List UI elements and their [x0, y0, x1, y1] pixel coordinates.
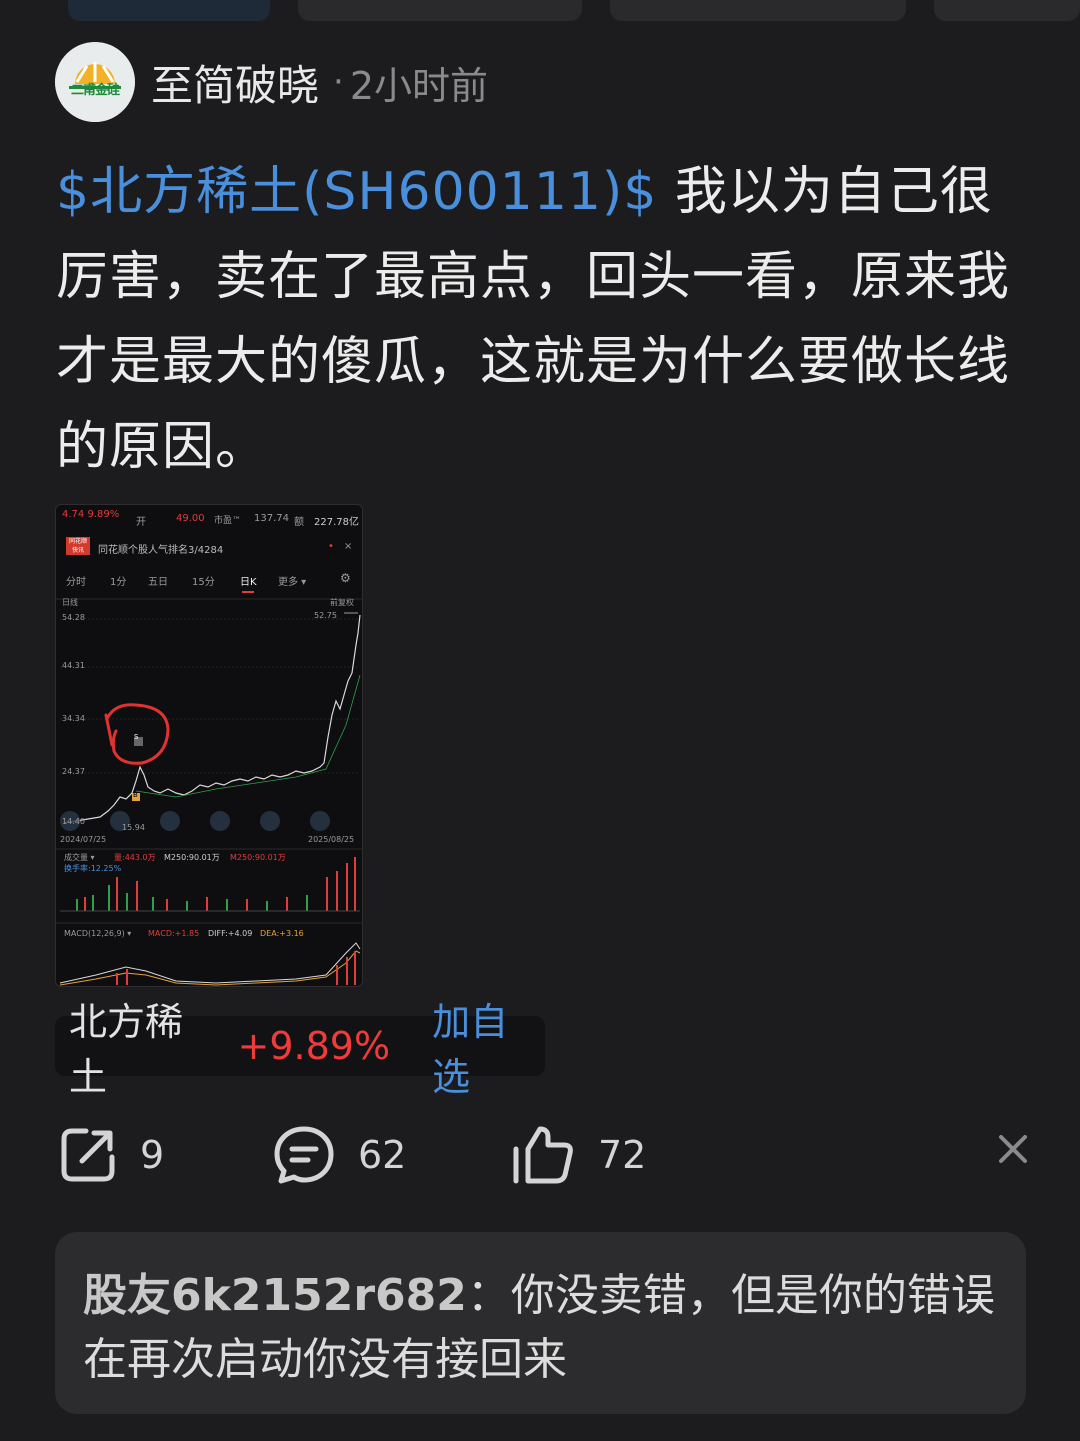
amount-value: 227.78亿: [314, 517, 359, 528]
adjust-label[interactable]: 前复权: [330, 597, 354, 608]
tab-5day[interactable]: 五日: [148, 573, 168, 588]
pe-value: 137.74: [254, 513, 289, 524]
post-header: 二甫金硅 至简破晓 · 2小时前: [55, 42, 488, 122]
date-end: 2025/08/25: [308, 835, 355, 844]
volume-value: 量:443.0万: [114, 853, 156, 862]
action-bar: 9 62 72: [0, 1120, 1080, 1190]
sell-marker: S: [134, 733, 139, 741]
thumbs-up-icon: [513, 1126, 573, 1184]
y-tick: 44.31: [62, 661, 85, 670]
tab-more[interactable]: 更多 ▾: [278, 573, 306, 588]
top-tab[interactable]: [610, 0, 906, 21]
stock-change: +9.89%: [237, 1024, 391, 1068]
low-label: 15.94: [122, 823, 145, 832]
top-tab-bar: [0, 0, 1080, 22]
banner-dot-icon: •: [328, 541, 334, 552]
author-name[interactable]: 至简破晓: [151, 52, 319, 113]
m250-a: M250:90.01万: [164, 853, 220, 862]
banner-close-icon[interactable]: ×: [344, 541, 352, 552]
tab-daily[interactable]: 日K: [240, 573, 257, 588]
share-icon: [61, 1128, 115, 1182]
stock-name[interactable]: 北方稀土: [69, 991, 220, 1101]
m250-b: M250:90.01万: [230, 853, 286, 862]
separator: ·: [333, 62, 344, 102]
turnover: 换手率:12.25%: [64, 864, 122, 873]
chart-period-label: 日线: [62, 598, 78, 607]
high-label: 52.75: [314, 611, 337, 620]
post-time: 2小时前: [349, 63, 489, 108]
buy-marker: B: [133, 791, 138, 799]
banner-badge: 同花顺 快讯: [66, 537, 90, 555]
comment-button[interactable]: 62: [272, 1120, 406, 1190]
macd-label[interactable]: MACD(12,26,9) ▾: [64, 929, 131, 938]
tab-1min[interactable]: 1分: [110, 573, 126, 588]
top-tab[interactable]: [68, 0, 270, 21]
top-tab[interactable]: [298, 0, 582, 21]
top-tab[interactable]: [934, 0, 1080, 21]
like-button[interactable]: 72: [510, 1120, 646, 1190]
comment-separator: ：: [466, 1270, 511, 1321]
comment-author[interactable]: 股友6k2152r682: [83, 1270, 467, 1321]
price-change: 4.74 9.89%: [62, 509, 120, 520]
comment-icon: [274, 1126, 334, 1184]
y-tick: 34.34: [62, 714, 85, 723]
post-body: $北方稀土(SH600111)$ 我以为自己很厉害，卖在了最高点，回头一看，原来…: [56, 150, 1028, 490]
share-button[interactable]: 9: [58, 1120, 164, 1190]
dea-value: DEA:+3.16: [260, 929, 304, 938]
date-start: 2024/07/25: [60, 835, 107, 844]
y-tick: 24.37: [62, 767, 85, 776]
avatar[interactable]: 二甫金硅: [55, 42, 135, 122]
macd-value: MACD:+1.85: [148, 929, 200, 938]
stock-link[interactable]: $北方稀土(SH600111)$: [56, 162, 657, 222]
stock-chip[interactable]: 北方稀土 +9.89% 加自选: [55, 1000, 545, 1099]
volume-label[interactable]: 成交量 ▾: [64, 852, 95, 863]
tab-15min[interactable]: 15分: [192, 573, 215, 588]
y-tick: 14.40: [62, 817, 85, 826]
y-tick: 54.28: [62, 613, 85, 622]
banner-text[interactable]: 同花顺个股人气排名3/4284: [98, 541, 223, 556]
share-count: 9: [140, 1133, 165, 1177]
tab-fenshi[interactable]: 分时: [66, 573, 86, 588]
chart-screenshot-image[interactable]: 4.74 9.89% 开 49.00 市盈™ 137.74 额 227.78亿 …: [55, 504, 363, 987]
settings-icon[interactable]: ⚙: [340, 571, 351, 585]
comment-count: 62: [358, 1133, 407, 1177]
diff-value: DIFF:+4.09: [208, 929, 253, 938]
amount-label: 额: [294, 517, 304, 528]
add-to-watchlist-button[interactable]: 加自选: [432, 991, 545, 1101]
close-icon[interactable]: [996, 1132, 1030, 1166]
pe-label: 市盈™: [214, 516, 242, 526]
comment-preview[interactable]: 股友6k2152r682：你没卖错，但是你的错误在再次启动你没有接回来: [55, 1232, 1026, 1414]
like-count: 72: [598, 1133, 647, 1177]
avatar-logo-text: 二甫金硅: [70, 83, 120, 98]
open-value: 49.00: [176, 513, 205, 524]
open-label: 开: [136, 517, 146, 528]
